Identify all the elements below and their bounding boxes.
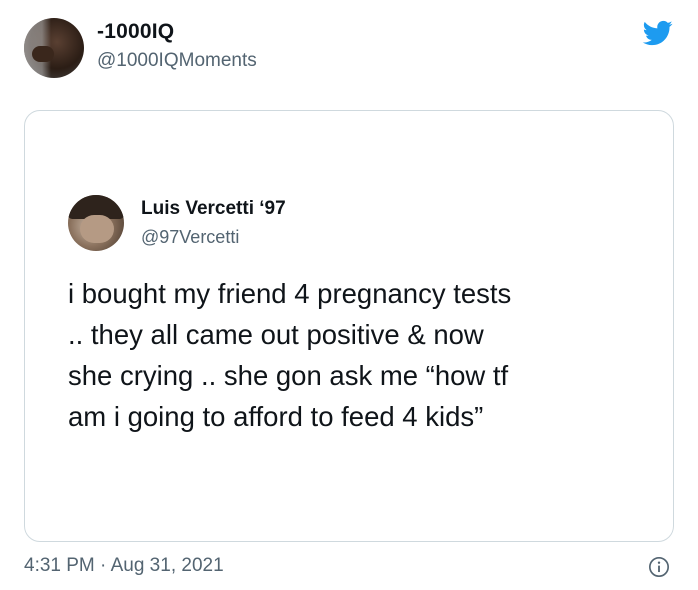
avatar-hand <box>32 46 54 62</box>
quoted-handle[interactable]: @97Vercetti <box>141 227 239 248</box>
tweet-timestamp[interactable]: 4:31 PM · Aug 31, 2021 <box>24 555 224 577</box>
author-display-name[interactable]: -1000IQ <box>97 20 174 44</box>
author-handle[interactable]: @1000IQMoments <box>97 50 257 72</box>
quoted-avatar[interactable] <box>68 195 124 251</box>
quoted-tweet-text: i bought my friend 4 pregnancy tests .. … <box>68 278 512 432</box>
avatar[interactable] <box>24 18 84 78</box>
twitter-bird-icon[interactable] <box>641 18 675 48</box>
tweet-card: -1000IQ @1000IQMoments Luis Vercetti ‘97… <box>0 0 698 590</box>
info-icon[interactable] <box>648 556 670 578</box>
quoted-avatar-face <box>80 215 114 243</box>
quoted-display-name[interactable]: Luis Vercetti ‘97 <box>141 198 286 220</box>
